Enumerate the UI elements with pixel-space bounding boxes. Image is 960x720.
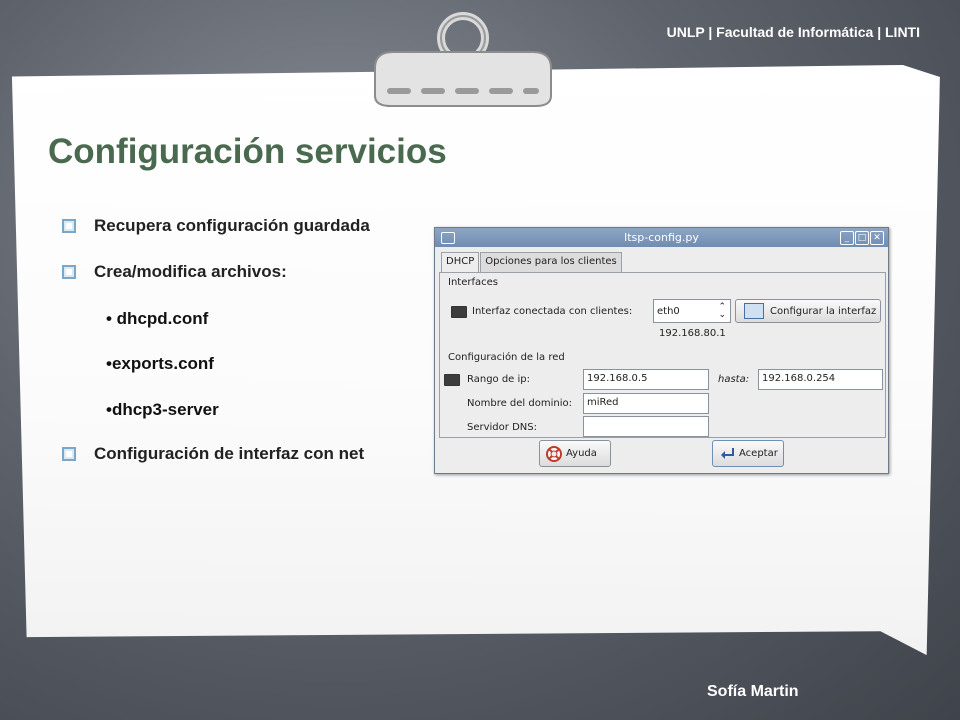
interface-value: eth0 (657, 306, 680, 317)
return-arrow-icon (721, 447, 734, 459)
spin-arrows-icon: ⌃ ⌄ (718, 302, 726, 320)
author-name: Sofía Martin (707, 683, 799, 700)
dns-label: Servidor DNS: (467, 422, 537, 433)
sub-item: • dhcpd.conf (106, 309, 209, 328)
ltsp-config-dialog: ltsp-config.py _ □ ✕ DHCP Opciones para … (434, 227, 889, 474)
configure-interface-button[interactable]: Configurar la interfaz (735, 299, 881, 323)
sub-item: •exports.conf (106, 354, 214, 373)
until-label: hasta: (718, 374, 750, 385)
maximize-button[interactable]: □ (855, 231, 869, 245)
range-from-input[interactable]: 192.168.0.5 (583, 369, 709, 390)
interface-ip: 192.168.80.1 (659, 328, 726, 339)
sub-item: •dhcp3-server (106, 400, 219, 419)
bullet-item: Recupera configuración guardada (62, 216, 370, 236)
square-bullet-icon (62, 219, 76, 233)
bullet-text: Recupera configuración guardada (94, 216, 370, 235)
help-button[interactable]: Ayuda (539, 440, 611, 467)
domain-label: Nombre del dominio: (467, 398, 572, 409)
accept-button[interactable]: Aceptar (712, 440, 784, 467)
close-button[interactable]: ✕ (870, 231, 884, 245)
dialog-title: ltsp-config.py (624, 231, 699, 244)
square-bullet-icon (62, 447, 76, 461)
range-label: Rango de ip: (467, 374, 531, 385)
section-network: Configuración de la red (448, 352, 565, 363)
lifebuoy-icon (546, 445, 562, 462)
accept-label: Aceptar (739, 448, 778, 459)
bullet-item: Crea/modifica archivos: (62, 262, 287, 282)
interface-select[interactable]: eth0 ⌃ ⌄ (653, 299, 731, 323)
section-interfaces: Interfaces (448, 277, 498, 288)
bullet-text: Configuración de interfaz con net (94, 444, 365, 463)
slide-title: Configuración servicios (48, 132, 447, 171)
domain-input[interactable]: miRed (583, 393, 709, 414)
interface-label: Interfaz conectada con clientes: (472, 306, 633, 317)
network-card-icon (444, 374, 460, 386)
dhcp-panel: Interfaces Interfaz conectada con client… (439, 272, 886, 438)
bullet-text: Crea/modifica archivos: (94, 262, 287, 281)
header-institution: UNLP | Facultad de Informática | LINTI (666, 24, 920, 40)
square-bullet-icon (62, 265, 76, 279)
network-card-icon (451, 306, 467, 318)
dns-input[interactable] (583, 416, 709, 437)
binder-clip-icon (374, 12, 552, 107)
bullet-item: Configuración de interfaz con net (62, 444, 364, 464)
range-to-input[interactable]: 192.168.0.254 (758, 369, 883, 390)
dialog-titlebar: ltsp-config.py _ □ ✕ (435, 228, 888, 247)
configure-interface-label: Configurar la interfaz (770, 305, 877, 317)
help-label: Ayuda (566, 448, 597, 459)
minimize-button[interactable]: _ (840, 231, 854, 245)
network-config-icon (744, 303, 764, 319)
